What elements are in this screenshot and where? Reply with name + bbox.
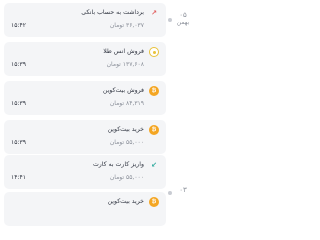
- date-label: ۰۳: [173, 187, 193, 194]
- transaction-amount: ۵۵,۰۰۰ تومان: [109, 139, 144, 146]
- transaction-title: خرید بیت‌کوین: [107, 126, 144, 133]
- transaction-title: خرید بیت‌کوین: [107, 198, 144, 205]
- date-day: ۰۵: [179, 11, 187, 19]
- transaction-time: ۱۴:۴۱: [11, 174, 26, 181]
- bitcoin-icon: ₿: [149, 197, 159, 207]
- transaction-time: ۱۵:۴۲: [11, 22, 26, 29]
- timeline: ۰۵ بهمن ۰۳: [168, 0, 200, 200]
- transaction-time: ۱۵:۳۹: [11, 100, 26, 107]
- bitcoin-icon: ₿: [149, 125, 159, 135]
- transaction-amount: ۸۴,۳۱۹ تومان: [109, 100, 144, 107]
- transaction-card[interactable]: ↙ واریز کارت به کارت ۵۵,۰۰۰ تومان ۱۴:۴۱: [4, 155, 166, 189]
- timeline-dot: [168, 191, 172, 195]
- arrow-down-left-icon: ↙: [151, 161, 157, 169]
- transaction-history: ۰۵ بهمن ۰۳ ↗ برداشت به حساب بانکی ۳۶,۰۳۷…: [0, 0, 200, 226]
- transaction-card[interactable]: ₿ فروش بیت‌کوین ۸۴,۳۱۹ تومان ۱۵:۳۹: [4, 81, 166, 115]
- transaction-time: ۱۵:۳۹: [11, 61, 26, 68]
- transaction-card[interactable]: فروش انس طلا ۱۳۷,۶۰۸ تومان ۱۵:۳۹: [4, 42, 166, 76]
- transaction-title: فروش انس طلا: [103, 48, 144, 55]
- date-label: ۰۵ بهمن: [173, 11, 193, 27]
- transaction-time: ۱۵:۳۹: [11, 139, 26, 146]
- transaction-amount: ۳۶,۰۳۷ تومان: [109, 22, 144, 29]
- transaction-title: برداشت به حساب بانکی: [81, 9, 144, 16]
- bitcoin-icon: ₿: [149, 86, 159, 96]
- date-month: بهمن: [176, 19, 190, 26]
- date-day: ۰۳: [179, 186, 187, 194]
- transaction-card[interactable]: ₿ خرید بیت‌کوین: [4, 192, 166, 226]
- transaction-amount: ۱۳۷,۶۰۸ تومان: [106, 61, 144, 68]
- timeline-dot: [168, 18, 172, 22]
- transaction-card[interactable]: ↗ برداشت به حساب بانکی ۳۶,۰۳۷ تومان ۱۵:۴…: [4, 3, 166, 37]
- transaction-title: واریز کارت به کارت: [92, 161, 144, 168]
- arrow-up-right-icon: ↗: [151, 9, 157, 17]
- gold-coin-icon: [149, 47, 159, 57]
- transaction-card[interactable]: ₿ خرید بیت‌کوین ۵۵,۰۰۰ تومان ۱۵:۳۹: [4, 120, 166, 154]
- transaction-title: فروش بیت‌کوین: [102, 87, 144, 94]
- transaction-amount: ۵۵,۰۰۰ تومان: [109, 174, 144, 181]
